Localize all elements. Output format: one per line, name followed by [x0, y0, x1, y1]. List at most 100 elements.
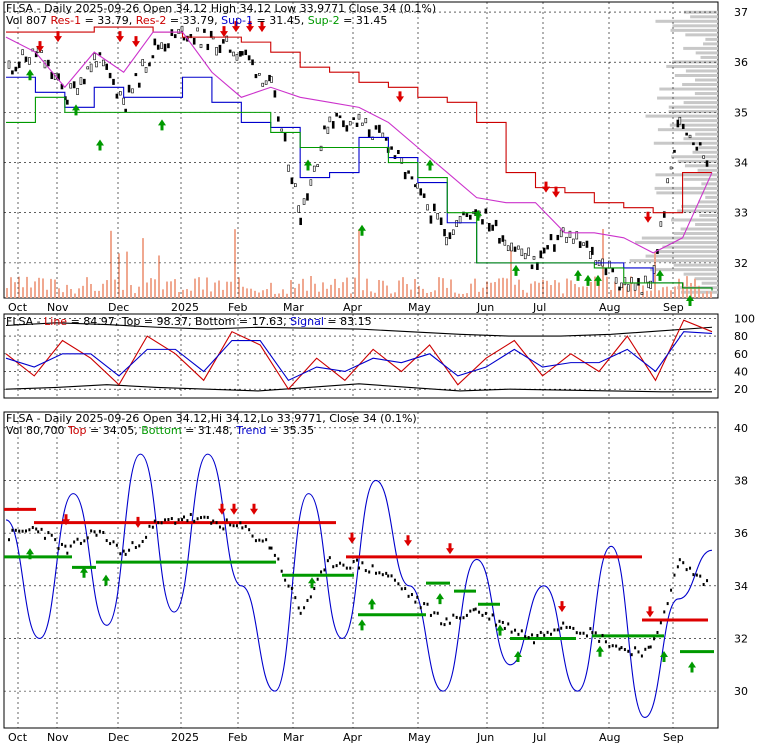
bottom-price-tick	[297, 606, 300, 610]
top-volume-bar	[514, 284, 516, 298]
top-x-tick-label: Jun	[476, 301, 494, 314]
top-volume-bar	[566, 278, 568, 298]
bottom-price-tick	[474, 607, 477, 611]
bottom-price-tick	[76, 537, 79, 541]
bottom-x-tick-label: Nov	[47, 731, 69, 744]
middle-y-tick-label: 60	[734, 348, 748, 361]
top-volume-bar	[46, 289, 48, 298]
bottom-x-tick-label: Mar	[283, 731, 304, 744]
top-volume-bar	[318, 291, 320, 298]
bottom-price-tick	[640, 654, 643, 658]
top-volume-bar	[382, 280, 384, 298]
bottom-price-tick	[397, 582, 400, 586]
top-volume-bar	[642, 285, 644, 298]
top-y-tick-label: 36	[734, 56, 748, 69]
bottom-price-tick	[229, 523, 232, 527]
top-volume-bar	[66, 284, 68, 298]
bottom-price-tick	[115, 543, 118, 547]
bottom-panel: 30 32 34 36 38 40 Oct Nov Dec 2025 Feb Mar Apr May Jun…	[3, 411, 748, 744]
top-volume-bar	[342, 282, 344, 298]
top-price-candle	[549, 234, 553, 241]
top-volume-profile-bar	[656, 191, 718, 195]
top-header-line2-part: = 31.45	[340, 14, 388, 27]
bottom-price-tick	[328, 556, 331, 560]
top-volume-profile-bar	[674, 73, 718, 77]
bottom-price-tick	[174, 521, 177, 525]
bottom-price-tick	[25, 529, 27, 533]
top-price-candle	[319, 145, 323, 152]
bottom-price-tick	[196, 517, 199, 521]
top-price-candle	[673, 149, 676, 153]
top-price-candle	[698, 142, 702, 146]
top-price-candle	[620, 282, 623, 289]
top-volume-bar	[398, 280, 400, 298]
top-volume-bar	[538, 282, 540, 298]
bottom-price-tick	[138, 544, 141, 548]
top-volume-bar	[194, 278, 196, 298]
bottom-price-tick	[423, 602, 426, 606]
bottom-price-tick	[543, 633, 546, 637]
top-volume-bar	[466, 293, 468, 298]
bottom-price-tick	[488, 617, 491, 621]
top-price-candle	[163, 43, 167, 52]
top-price-candle	[604, 267, 608, 276]
bottom-price-tick	[368, 570, 371, 574]
top-price-candle	[192, 37, 196, 45]
top-volume-bar	[50, 278, 52, 298]
top-price-candle	[669, 166, 673, 170]
middle-header-line1-part: FLSA -	[6, 315, 44, 328]
top-price-candle	[306, 193, 309, 201]
top-x-tick-label: Dec	[108, 301, 129, 314]
top-price-candle	[95, 61, 98, 68]
top-volume-bar	[422, 288, 424, 298]
bottom-price-tick	[498, 619, 501, 623]
bottom-price-tick	[112, 540, 115, 544]
top-header-line2-part: Sup-2	[308, 14, 340, 27]
bottom-price-tick	[280, 569, 283, 573]
top-volume-profile-bar	[670, 28, 718, 32]
bottom-price-tick	[706, 579, 709, 583]
bottom-price-tick	[465, 613, 468, 617]
top-price-candle	[167, 43, 170, 49]
middle-header-line1-part: Line	[44, 315, 67, 328]
bottom-price-tick	[699, 574, 702, 578]
top-x-tick-label: Aug	[599, 301, 620, 314]
top-price-candle	[89, 63, 93, 73]
top-volume-bar	[494, 282, 496, 298]
top-volume-bar	[302, 278, 304, 298]
top-price-candle	[331, 121, 335, 129]
middle-y-tick-label: 100	[734, 312, 755, 325]
bottom-price-tick	[93, 530, 96, 534]
top-volume-profile-bar	[698, 200, 718, 204]
top-volume-bar	[330, 284, 332, 298]
top-price-candle	[127, 84, 131, 93]
bottom-price-tick	[326, 559, 329, 563]
top-price-candle	[536, 262, 539, 270]
top-price-candle	[241, 51, 244, 56]
top-volume-bar	[34, 281, 36, 298]
bottom-price-tick	[472, 608, 475, 612]
top-volume-profile-bar	[671, 218, 718, 222]
bottom-price-tick	[459, 616, 462, 620]
top-price-candle	[7, 60, 11, 69]
top-price-candle	[649, 280, 652, 289]
top-price-candle	[102, 59, 105, 67]
top-volume-bar	[182, 289, 184, 298]
bottom-price-tick	[57, 547, 60, 551]
bottom-price-tick	[649, 645, 652, 649]
bottom-price-tick	[119, 552, 122, 556]
top-volume-bar	[294, 287, 296, 298]
top-volume-bar	[266, 289, 268, 298]
top-volume-profile-bar	[692, 150, 718, 154]
top-volume-bar	[686, 276, 688, 298]
bottom-price-tick	[670, 588, 673, 592]
top-volume-bar	[178, 292, 180, 298]
bottom-price-tick	[186, 519, 189, 523]
top-price-candle	[86, 66, 90, 70]
top-price-candle	[633, 282, 637, 291]
top-price-candle	[484, 208, 488, 214]
top-price-candle	[11, 70, 14, 75]
top-volume-bar	[506, 278, 508, 298]
bottom-price-tick	[591, 631, 594, 635]
top-volume-profile-bar	[683, 137, 718, 141]
